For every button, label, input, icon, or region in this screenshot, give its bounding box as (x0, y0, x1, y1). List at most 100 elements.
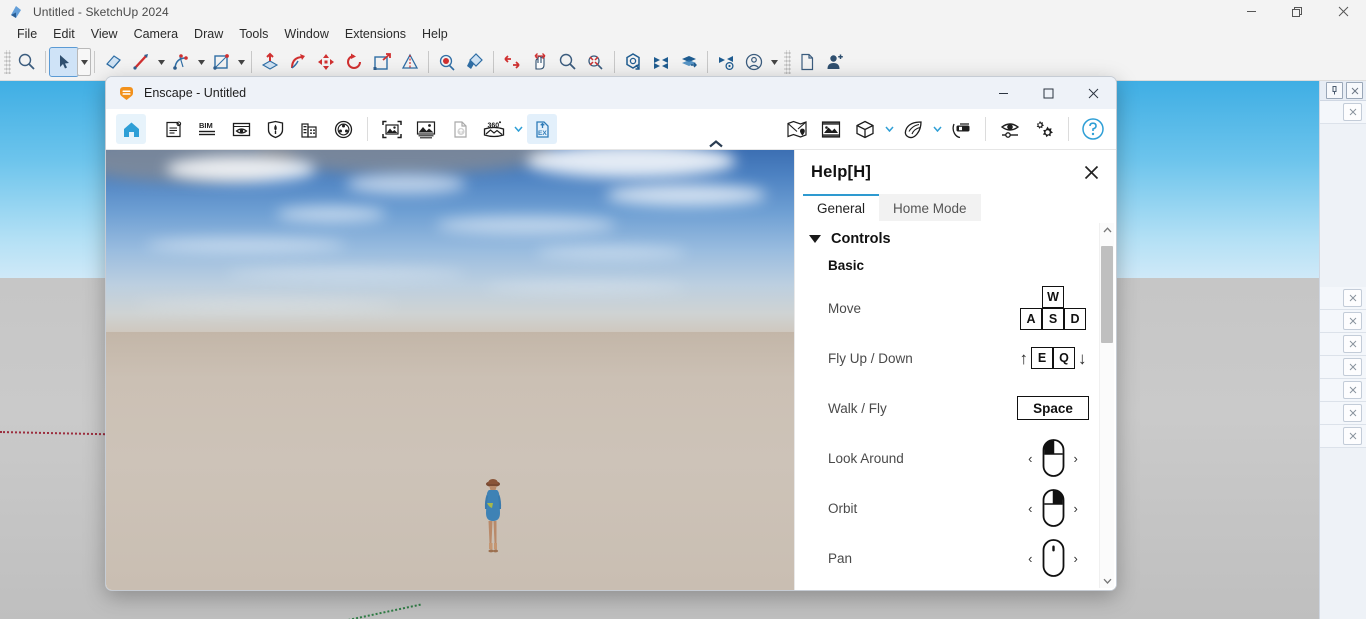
map-pin-icon[interactable] (782, 114, 812, 144)
rectangle-tool-dropdown[interactable] (235, 48, 247, 76)
building-icon[interactable] (294, 114, 324, 144)
close-icon[interactable] (1343, 427, 1362, 445)
move-tool[interactable] (312, 48, 340, 76)
atmosphere-chevron-down-icon[interactable] (930, 114, 944, 144)
close-icon[interactable] (1343, 335, 1362, 353)
extension-manager-button[interactable] (712, 48, 740, 76)
screenshot-frame-icon[interactable] (377, 114, 407, 144)
menu-file[interactable]: File (9, 25, 45, 43)
scroll-up-chevron-up-icon[interactable] (1100, 223, 1114, 237)
close-icon[interactable] (1343, 381, 1362, 399)
tab-general[interactable]: General (803, 194, 880, 221)
rendering-quality-chevron-down-icon[interactable] (882, 114, 896, 144)
help-panel-tabs[interactable]: General Home Mode (795, 194, 1116, 221)
tray-panel-row[interactable] (1320, 402, 1366, 425)
add-collaborator-button[interactable] (821, 48, 849, 76)
zoom-tool[interactable] (13, 48, 41, 76)
bim-text-icon[interactable]: BIM (192, 114, 222, 144)
collapse-triangle-icon[interactable] (809, 235, 821, 243)
home-icon[interactable] (116, 114, 146, 144)
new-document-button[interactable] (793, 48, 821, 76)
eye-monitor-icon[interactable] (226, 114, 256, 144)
zoom-window-tool[interactable] (554, 48, 582, 76)
enscape-window[interactable]: Enscape - Untitled BIM 360 EX Help[H] Ge… (105, 76, 1117, 591)
notes-document-icon[interactable] (158, 114, 188, 144)
image-hatched-icon[interactable] (816, 114, 846, 144)
menu-window[interactable]: Window (276, 25, 336, 43)
account-dropdown[interactable] (768, 48, 780, 76)
material-paint-tool[interactable] (461, 48, 489, 76)
enscape-titlebar[interactable]: Enscape - Untitled (106, 77, 1116, 109)
close-icon[interactable] (1343, 312, 1362, 330)
close-icon[interactable] (1343, 358, 1362, 376)
close-icon[interactable] (1343, 289, 1362, 307)
close-icon[interactable] (1343, 404, 1362, 422)
tray-panel-row[interactable] (1320, 379, 1366, 402)
pan-tool[interactable] (526, 48, 554, 76)
menu-help[interactable]: Help (414, 25, 456, 43)
gears-icon[interactable] (1029, 114, 1059, 144)
tray-panel-row[interactable] (1320, 356, 1366, 379)
vr-headset-icon[interactable] (946, 114, 976, 144)
tray-panel-row[interactable] (1320, 287, 1366, 310)
help-panel[interactable]: Help[H] General Home Mode Controls Basic… (794, 150, 1116, 590)
enscape-toolbar[interactable]: BIM 360 EX (106, 109, 1116, 150)
menu-edit[interactable]: Edit (45, 25, 83, 43)
account-button[interactable] (740, 48, 768, 76)
tray-panel-row[interactable] (1320, 310, 1366, 333)
menu-tools[interactable]: Tools (231, 25, 276, 43)
toolbar-overflow-chevron-up-icon[interactable] (706, 138, 726, 150)
export-ex-icon[interactable]: EX (527, 114, 557, 144)
tray-panel-row[interactable] (1320, 333, 1366, 356)
close-icon[interactable] (1078, 159, 1104, 185)
tray-panel-row[interactable] (1320, 425, 1366, 448)
upload-page-icon[interactable] (445, 114, 475, 144)
menu-draw[interactable]: Draw (186, 25, 231, 43)
close-button[interactable] (1320, 0, 1366, 23)
line-tool-dropdown[interactable] (155, 48, 167, 76)
pushpull-tool[interactable] (256, 48, 284, 76)
help-panel-scrollbar[interactable] (1099, 223, 1114, 588)
select-tool-dropdown[interactable] (77, 48, 91, 76)
scroll-down-chevron-down-icon[interactable] (1100, 574, 1114, 588)
arc-tool[interactable] (167, 48, 195, 76)
toolbar-grip[interactable] (784, 50, 791, 74)
question-circle-icon[interactable] (1078, 114, 1108, 144)
orbit-tool[interactable] (498, 48, 526, 76)
minimize-button[interactable] (1228, 0, 1274, 23)
rotate-tool[interactable] (340, 48, 368, 76)
3d-warehouse-button[interactable] (619, 48, 647, 76)
toolbar-grip[interactable] (4, 50, 11, 74)
enscape-render-viewport[interactable] (106, 150, 794, 590)
wing-leaf-icon[interactable] (898, 114, 928, 144)
menu-extensions[interactable]: Extensions (337, 25, 414, 43)
zoom-extents-tool[interactable] (582, 48, 610, 76)
menu-camera[interactable]: Camera (126, 25, 186, 43)
arc-tool-dropdown[interactable] (195, 48, 207, 76)
pin-icon[interactable] (1326, 82, 1343, 99)
followme-tool[interactable] (284, 48, 312, 76)
360-panorama-icon[interactable]: 360 (479, 114, 509, 144)
picture-stack-icon[interactable] (411, 114, 441, 144)
tray-panel-row[interactable] (1320, 101, 1366, 124)
sketchup-tray[interactable] (1319, 81, 1366, 619)
eye-slider-icon[interactable] (995, 114, 1025, 144)
cube-icon[interactable] (850, 114, 880, 144)
controls-section-header[interactable]: Controls (809, 231, 1116, 247)
tab-home-mode[interactable]: Home Mode (879, 194, 981, 221)
close-button[interactable] (1071, 77, 1116, 109)
sketchup-menubar[interactable]: File Edit View Camera Draw Tools Window … (0, 23, 1366, 44)
close-icon[interactable] (1343, 103, 1362, 121)
minimize-button[interactable] (981, 77, 1026, 109)
tape-measure-tool[interactable] (396, 48, 424, 76)
line-tool[interactable] (127, 48, 155, 76)
panorama-dropdown-chevron-down-icon[interactable] (511, 114, 525, 144)
tray-close-icon[interactable] (1346, 82, 1363, 99)
eraser-tool[interactable] (99, 48, 127, 76)
menu-view[interactable]: View (83, 25, 126, 43)
maximize-button[interactable] (1026, 77, 1071, 109)
scrollbar-thumb[interactable] (1101, 246, 1113, 343)
layers-button[interactable] (675, 48, 703, 76)
extension-warehouse-button[interactable] (647, 48, 675, 76)
scale-tool[interactable] (368, 48, 396, 76)
